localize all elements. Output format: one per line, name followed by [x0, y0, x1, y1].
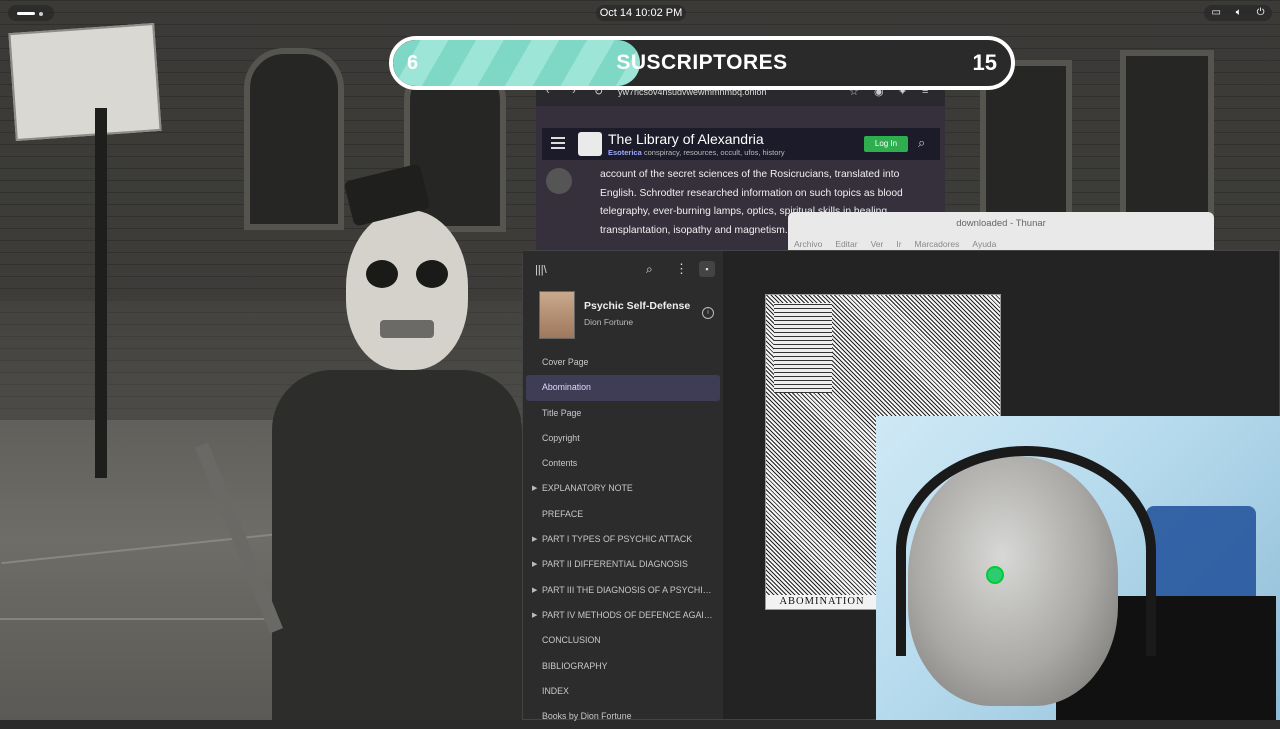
- book-author: Dion Fortune: [584, 317, 634, 327]
- third-eye: [986, 566, 1004, 584]
- reader-sidebar: |||\ ⌕ ⋮ ▪ Psychic Self-Defense Dion For…: [523, 251, 723, 721]
- toc-item-label: INDEX: [542, 685, 569, 696]
- book-title: Psychic Self-Defense: [584, 300, 691, 312]
- toc-item[interactable]: Title Page: [523, 401, 723, 426]
- toc-item[interactable]: ▶ PART IV METHODS OF DEFENCE AGAINS...: [523, 603, 723, 628]
- masked-figure-body: [272, 370, 522, 720]
- toc-item[interactable]: Abomination: [526, 375, 720, 401]
- toc-item[interactable]: Books by Dion Fortune: [523, 704, 723, 729]
- toc-item-label: EXPLANATORY NOTE: [542, 483, 633, 494]
- mask-eye: [366, 260, 398, 288]
- toc-item-label: Copyright: [542, 432, 580, 443]
- toc-item[interactable]: Contents: [523, 451, 723, 476]
- search-icon[interactable]: ⌕: [646, 262, 653, 277]
- login-button[interactable]: Log In: [864, 136, 908, 152]
- toc-item[interactable]: BIBLIOGRAPHY: [523, 654, 723, 679]
- toc-item-label: Cover Page: [542, 357, 589, 367]
- toc-item-label: PART I TYPES OF PSYCHIC ATTACK: [542, 534, 693, 545]
- toc-item[interactable]: ▶ PART I TYPES OF PSYCHIC ATTACK: [523, 527, 723, 552]
- toc-item[interactable]: CONCLUSION: [523, 628, 723, 653]
- site-subtitle: Esoterica conspiracy, resources, occult,…: [608, 148, 785, 157]
- toc-item[interactable]: ▶ EXPLANATORY NOTE: [523, 476, 723, 501]
- toc-item-label: PREFACE: [542, 508, 584, 519]
- menu-bar: Archivo Editar Ver Ir Marcadores Ayuda: [794, 239, 996, 249]
- workspace-dot: [39, 12, 43, 16]
- menu-ir[interactable]: Ir: [896, 239, 901, 249]
- toc-item-label: PART II DIFFERENTIAL DIAGNOSIS: [542, 559, 688, 570]
- toc-item-label: CONCLUSION: [542, 635, 601, 646]
- menu-archivo[interactable]: Archivo: [794, 239, 822, 249]
- clock[interactable]: Oct 14 10:02 PM: [596, 5, 686, 21]
- more-options-icon[interactable]: ⋮: [675, 261, 688, 277]
- site-header: The Library of Alexandria Esoterica cons…: [542, 128, 940, 160]
- window-title: downloaded - Thunar: [956, 218, 1046, 229]
- toc-item[interactable]: ▶ PART II DIFFERENTIAL DIAGNOSIS: [523, 552, 723, 577]
- expand-caret-icon[interactable]: ▶: [532, 603, 537, 628]
- menu-editar[interactable]: Editar: [835, 239, 857, 249]
- activities-button[interactable]: [8, 5, 54, 21]
- toc-item-label: PART IV METHODS OF DEFENCE AGAINS...: [542, 609, 723, 620]
- skull-mask: [346, 210, 468, 370]
- hamburger-menu-icon[interactable]: [551, 137, 565, 149]
- subscriber-goal-widget: 6 SUSCRIPTORES 15: [389, 36, 1015, 90]
- power-icon[interactable]: ⏻: [1257, 5, 1265, 21]
- expand-caret-icon[interactable]: ▶: [532, 476, 537, 501]
- toc-item[interactable]: INDEX: [523, 679, 723, 704]
- basketball-pole: [95, 108, 107, 478]
- building-window: [244, 48, 344, 230]
- toc-item[interactable]: Copyright: [523, 426, 723, 451]
- book-cover: [539, 291, 575, 339]
- toc-item-label: BIBLIOGRAPHY: [542, 660, 608, 671]
- top-panel: Oct 14 10:02 PM ▭ 🔈︎ ⏻: [0, 0, 1280, 26]
- library-icon[interactable]: |||\: [535, 264, 547, 276]
- system-tray[interactable]: ▭ 🔈︎ ⏻: [1204, 5, 1272, 21]
- basketball-backboard: [8, 23, 162, 141]
- sidebar-toolbar: |||\ ⌕ ⋮ ▪: [523, 251, 723, 289]
- info-icon[interactable]: i: [702, 307, 714, 319]
- table-of-contents: Cover Page Abomination Title Page Copyright…: [523, 350, 723, 729]
- toc-item[interactable]: PREFACE: [523, 502, 723, 527]
- avatar[interactable]: [546, 168, 572, 194]
- site-tags: conspiracy, resources, occult, ufos, his…: [643, 148, 785, 157]
- toc-item-label: Title Page: [542, 407, 582, 418]
- toc-item[interactable]: Cover Page: [523, 350, 723, 375]
- file-manager-window[interactable]: downloaded - Thunar Archivo Editar Ver I…: [788, 212, 1214, 250]
- site-logo[interactable]: [578, 132, 602, 156]
- illustration-caption: ABOMINATION: [766, 595, 878, 609]
- engraving-shelf: [774, 303, 832, 393]
- mask-mouth: [380, 320, 434, 338]
- mask-eye: [416, 260, 448, 288]
- window-icon[interactable]: ▭: [1211, 5, 1220, 21]
- workspace-indicator: [17, 12, 35, 15]
- webcam-overlay: [876, 416, 1280, 720]
- toc-item-label: Contents: [542, 458, 578, 469]
- building-window: [1120, 50, 1214, 222]
- site-title[interactable]: The Library of Alexandria: [608, 131, 764, 147]
- expand-caret-icon[interactable]: ▶: [532, 578, 537, 603]
- site-category[interactable]: Esoterica: [608, 148, 642, 157]
- menu-ver[interactable]: Ver: [871, 239, 884, 249]
- volume-icon[interactable]: 🔈︎: [1236, 5, 1242, 21]
- subscriber-label: SUSCRIPTORES: [616, 51, 788, 74]
- expand-caret-icon[interactable]: ▶: [532, 552, 537, 577]
- sidebar-toggle-icon[interactable]: ▪: [699, 261, 715, 277]
- stick: [195, 442, 283, 634]
- toc-item-label: Abomination: [542, 382, 591, 393]
- menu-marcadores[interactable]: Marcadores: [915, 239, 960, 249]
- search-icon[interactable]: ⌕: [918, 135, 925, 151]
- subscriber-goal: 15: [972, 50, 997, 75]
- menu-ayuda[interactable]: Ayuda: [972, 239, 996, 249]
- toc-item[interactable]: ▶ PART III THE DIAGNOSIS OF A PSYCHIC A..…: [523, 578, 723, 603]
- headset: [896, 446, 1156, 656]
- expand-caret-icon[interactable]: ▶: [532, 527, 537, 552]
- toc-item-label: PART III THE DIAGNOSIS OF A PSYCHIC A...: [542, 584, 723, 595]
